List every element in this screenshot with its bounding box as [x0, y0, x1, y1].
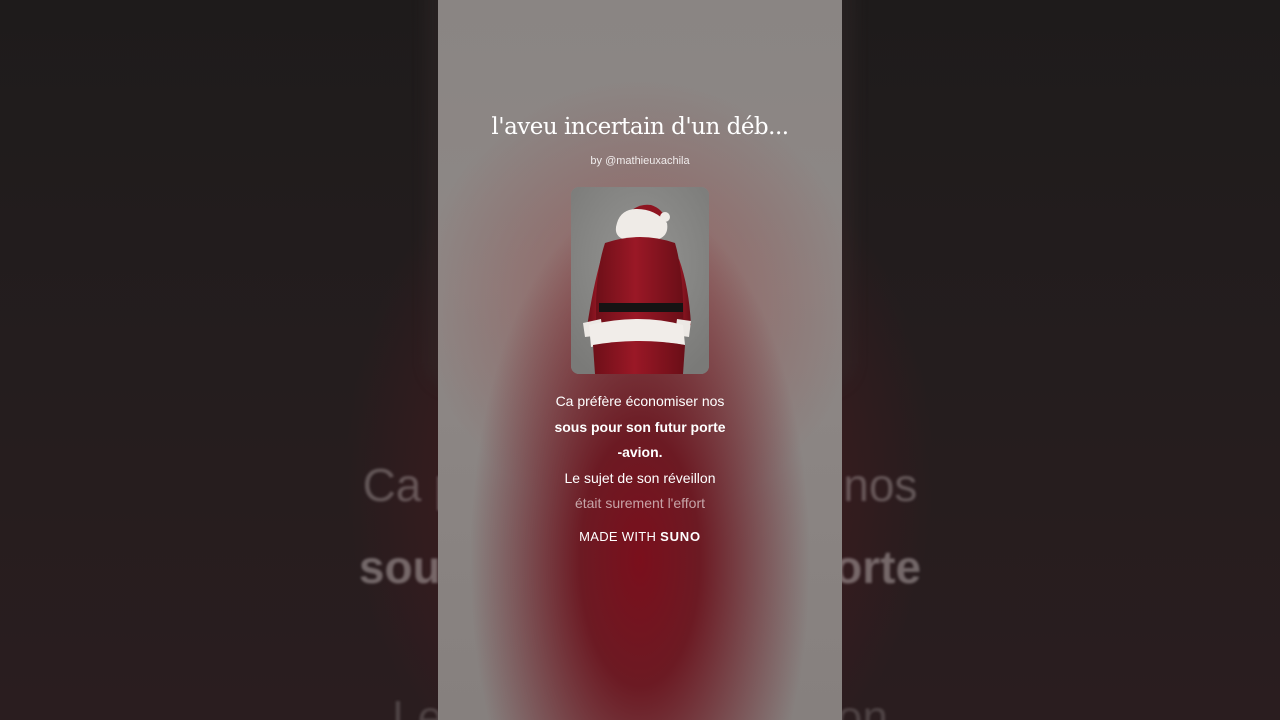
song-author: by @mathieuxachila [590, 155, 690, 167]
lyric-line: était surement l'effort [574, 495, 706, 511]
video-frame: Ca préfère économiser nos sous pour son … [0, 0, 1280, 720]
lyric-line: Le sujet de son réveillon [564, 469, 716, 486]
song-title: l'aveu incertain d'un déb... [491, 114, 789, 140]
cover-art [571, 187, 709, 374]
made-with-suno-watermark: MADE WITH SUNO [438, 529, 842, 544]
santa-claus-image [571, 187, 709, 374]
lyric-line: Ca préfère économiser nos [555, 393, 725, 409]
made-with-label: MADE WITH [579, 529, 657, 544]
lyrics-block: Ca préfère économiser nos sous pour son … [438, 389, 842, 517]
lyric-line-active: sous pour son futur porte [554, 418, 726, 435]
suno-logo: SUNO [660, 529, 701, 544]
lyric-video-panel: l'aveu incertain d'un déb... by @mathieu… [438, 0, 842, 720]
lyric-line-active: -avion. [617, 444, 663, 460]
